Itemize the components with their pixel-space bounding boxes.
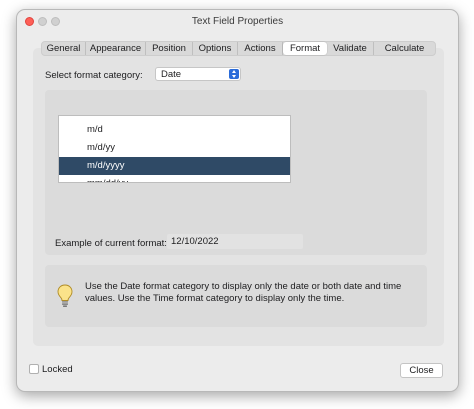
format-category-label: Select format category: [45, 70, 143, 81]
tab-calculate[interactable]: Calculate [374, 42, 435, 55]
select-arrows-icon [229, 69, 239, 79]
list-item[interactable]: m/d/yy [59, 139, 290, 157]
properties-window: Text Field Properties General Appearance… [16, 9, 459, 392]
tab-format[interactable]: Format [283, 42, 327, 55]
format-category-value: Date [161, 69, 182, 80]
tab-actions[interactable]: Actions [238, 42, 283, 55]
format-category-select[interactable]: Date [155, 67, 241, 81]
tab-appearance[interactable]: Appearance [86, 42, 146, 55]
window-title: Text Field Properties [191, 16, 284, 27]
close-button[interactable]: Close [400, 363, 443, 378]
date-format-list[interactable]: m/d m/d/yy m/d/yyyy mm/dd/yy [58, 115, 291, 183]
list-item-selected[interactable]: m/d/yyyy [59, 157, 290, 175]
example-format-value: 12/10/2022 [167, 234, 303, 249]
tab-position[interactable]: Position [146, 42, 193, 55]
locked-checkbox[interactable] [29, 364, 39, 374]
list-item[interactable]: m/d [59, 121, 290, 139]
lightbulb-icon [57, 284, 73, 307]
tab-general[interactable]: General [42, 42, 86, 55]
info-text: Use the Date format category to display … [85, 281, 402, 304]
tab-validate[interactable]: Validate [327, 42, 374, 55]
list-item[interactable]: mm/dd/yy [59, 175, 290, 182]
locked-label[interactable]: Locked [42, 364, 73, 375]
tab-bar: General Appearance Position Options Acti… [41, 41, 436, 56]
example-format-label: Example of current format: [55, 238, 167, 249]
tab-options[interactable]: Options [193, 42, 238, 55]
title-bar: Text Field Properties [17, 10, 458, 34]
